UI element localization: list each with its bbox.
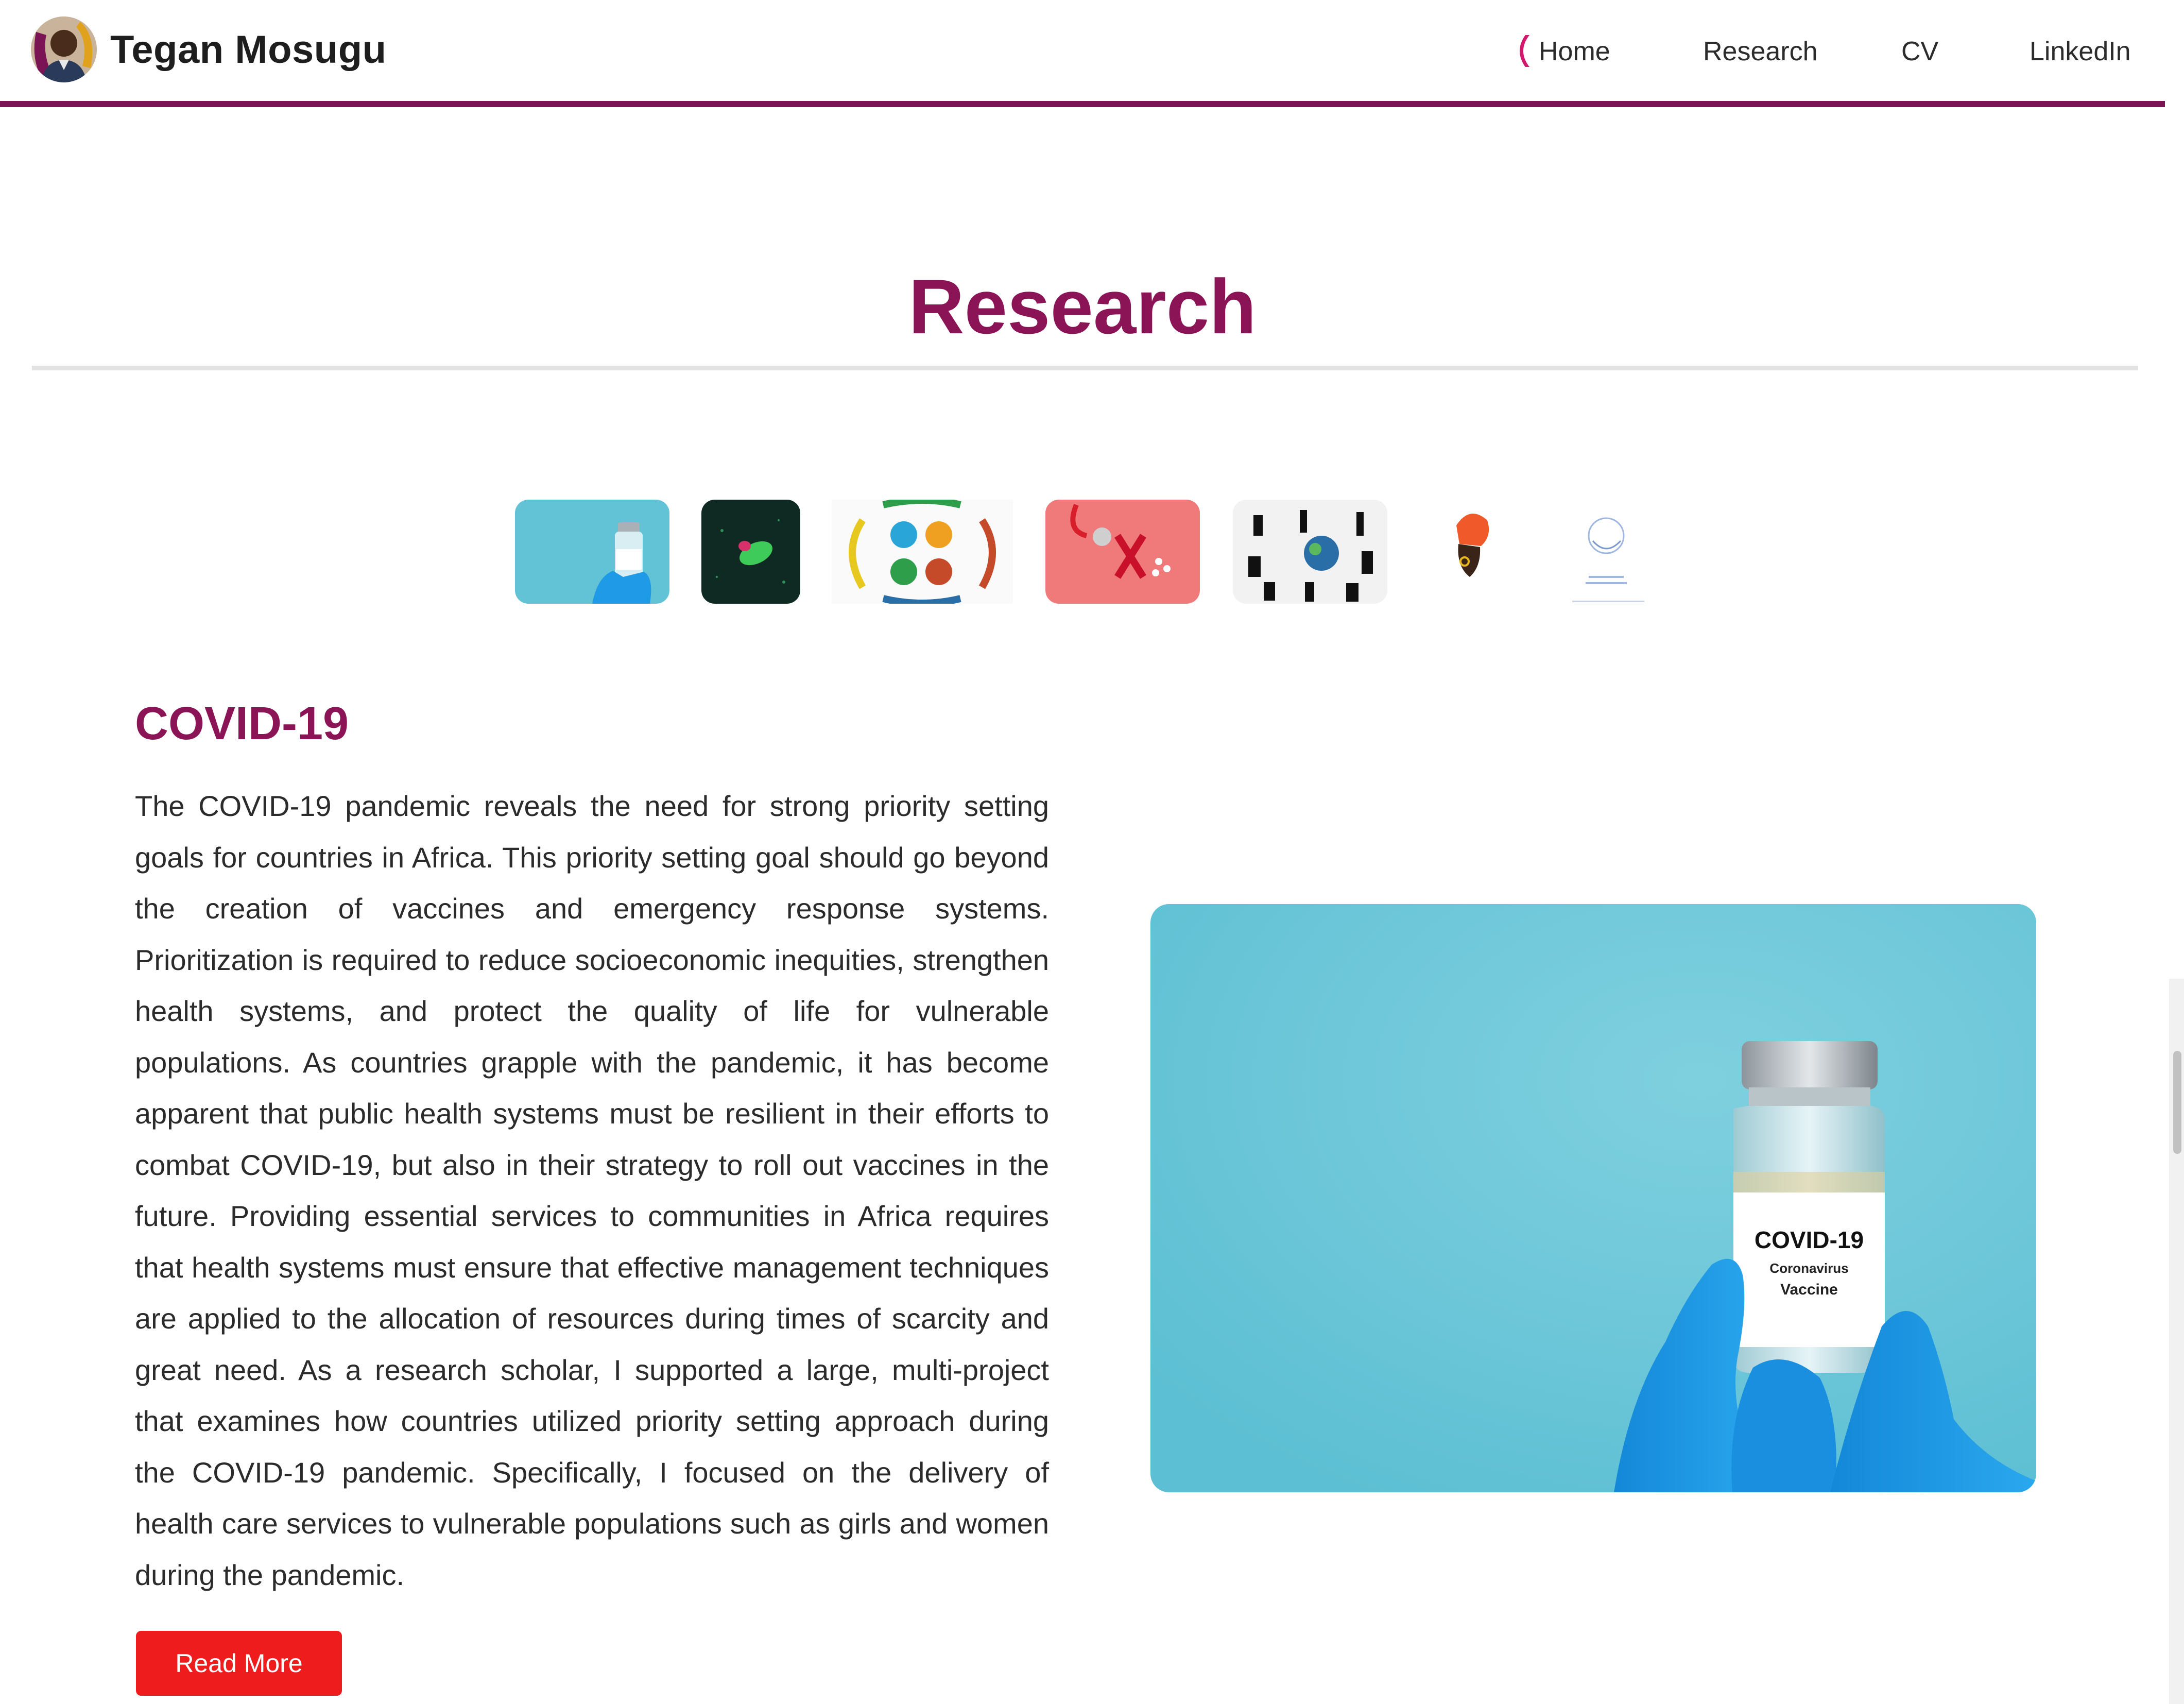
feature-image-covid-vaccine: COVID-19 Coronavirus Vaccine	[1150, 904, 2036, 1492]
active-indicator-icon	[1520, 35, 1529, 67]
nav-research[interactable]: Research	[1703, 31, 1818, 72]
nav-home-label: Home	[1539, 37, 1610, 66]
nav-cv-label: CV	[1901, 37, 1939, 66]
title-divider	[32, 366, 2138, 370]
page-scrollbar-thumb[interactable]	[2173, 1051, 2181, 1154]
nav-cv[interactable]: CV	[1901, 31, 1938, 72]
nav-linkedin[interactable]: LinkedIn	[2030, 31, 2131, 72]
nav-home[interactable]: Home	[1520, 31, 1610, 72]
vial-label-line2: Vaccine	[1780, 1281, 1838, 1298]
thumbnail-green-pill[interactable]	[701, 500, 800, 604]
vial-label-title: COVID-19	[1755, 1226, 1864, 1253]
site-header: Tegan Mosugu Home Research CV LinkedIn	[0, 0, 2165, 101]
section-heading: COVID-19	[135, 698, 349, 749]
thumbnail-health-icons[interactable]	[832, 500, 1013, 604]
nav-research-label: Research	[1703, 37, 1818, 66]
thumbnail-people-globe[interactable]	[1233, 500, 1387, 604]
page-title: Research	[908, 263, 1257, 350]
read-more-button[interactable]: Read More	[136, 1631, 342, 1696]
nav-linkedin-label: LinkedIn	[2030, 37, 2131, 66]
thumbnail-woman-headwrap[interactable]	[1420, 500, 1518, 604]
thumbnail-hands-logo[interactable]	[1567, 500, 1644, 604]
thumbnail-red-ribbon[interactable]	[1045, 500, 1200, 604]
vial-label-line1: Coronavirus	[1769, 1260, 1848, 1276]
section-paragraph: The COVID-19 pandemic reveals the need f…	[135, 790, 1049, 1591]
thumbnail-covid-vaccine[interactable]	[515, 500, 669, 604]
avatar	[31, 16, 97, 82]
header-divider	[0, 101, 2165, 107]
brand-name: Tegan Mosugu	[110, 27, 387, 72]
brand[interactable]: Tegan Mosugu	[31, 16, 387, 82]
